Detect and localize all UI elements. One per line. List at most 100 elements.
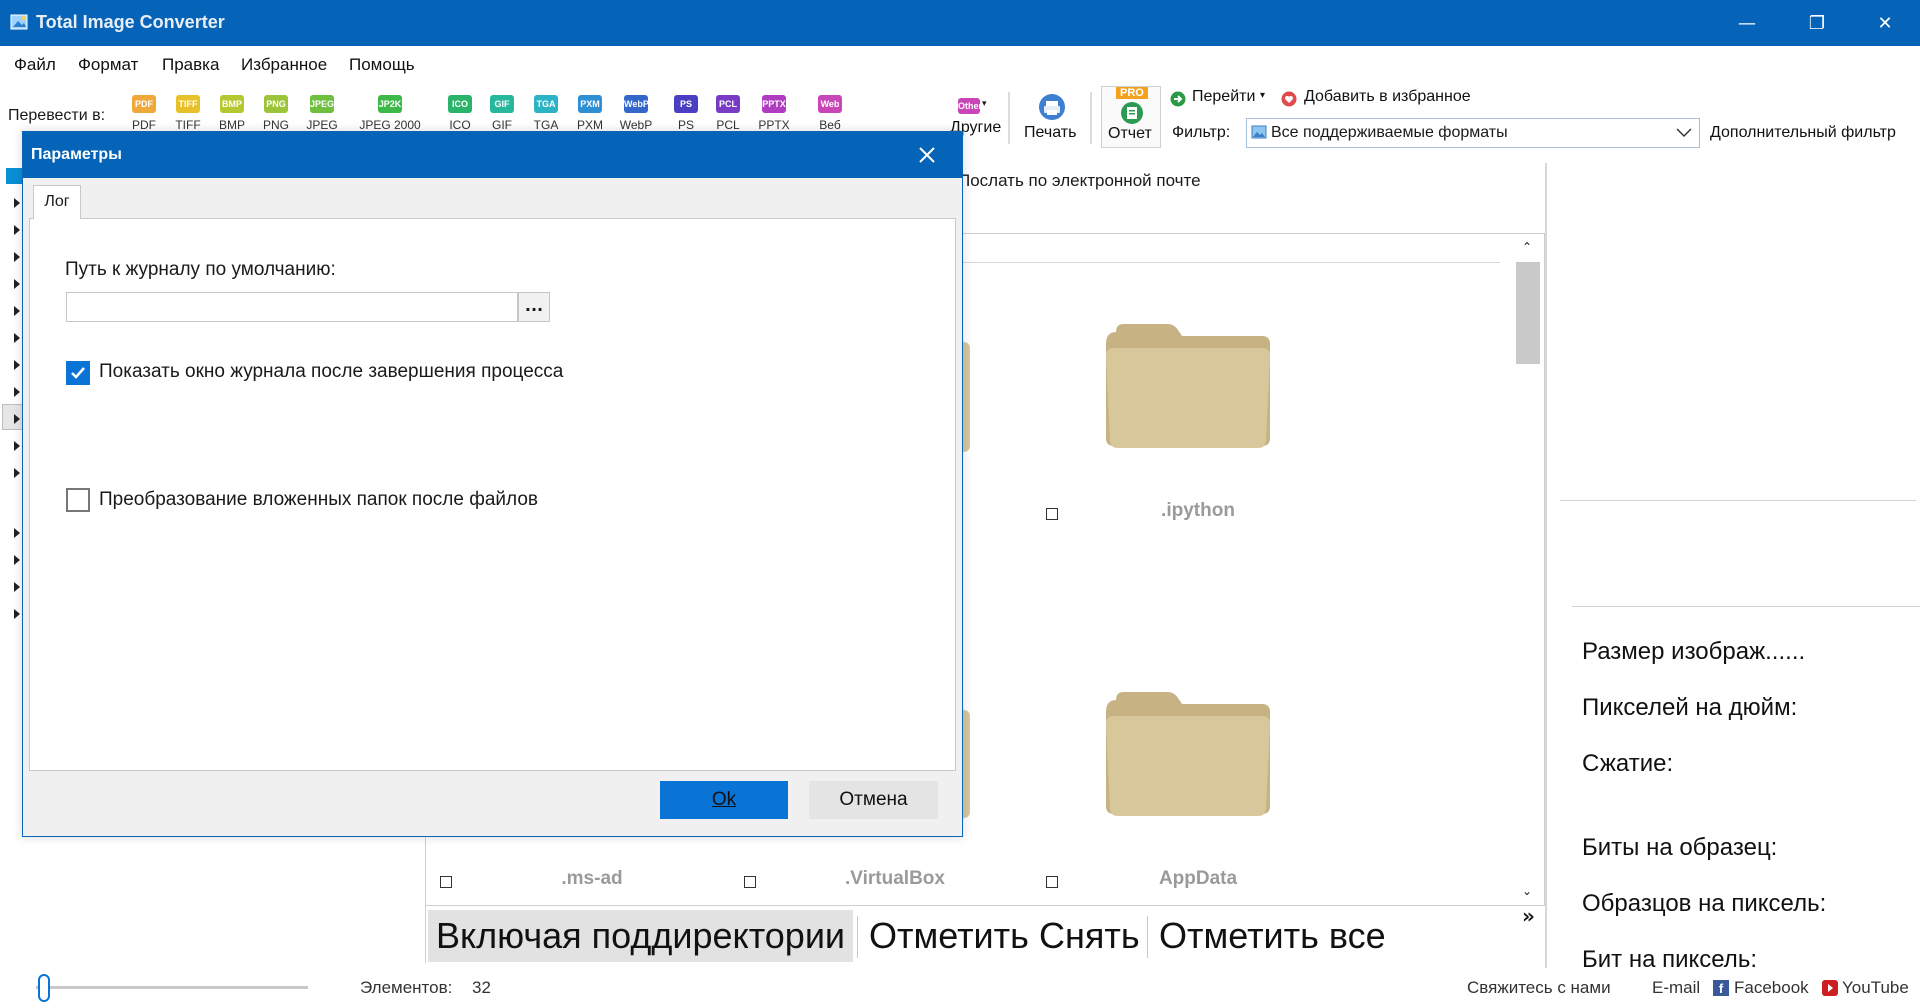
format-button-веб[interactable]: Web Веб [808,92,852,132]
format-button-ico[interactable]: ICO ICO [438,92,482,132]
uncheck-button[interactable]: Снять [1031,910,1148,962]
goto-button[interactable]: Перейти ▾ [1170,88,1290,112]
file-name: .ms-ad [561,868,623,889]
format-button-pdf[interactable]: PDF PDF [122,92,166,132]
format-label: TGA [533,118,559,131]
tab-log[interactable]: Лог [33,185,81,219]
items-label: Элементов: [360,978,453,997]
ok-button[interactable]: Ok [660,781,788,819]
format-button-tga[interactable]: TGA TGA [524,92,568,132]
format-label: JPEG [306,118,338,131]
zoom-slider-track[interactable] [36,986,308,989]
check-all-button[interactable]: Отметить все [1151,910,1394,962]
tree-expand-icon[interactable] [14,360,20,370]
menu-help[interactable]: Помощь [349,55,415,75]
format-button-tiff[interactable]: TIFF TIFF [166,92,210,132]
tree-expand-icon[interactable] [14,528,20,538]
email-link[interactable]: E-mail [1652,978,1700,998]
cancel-button[interactable]: Отмена [809,781,938,819]
items-count: 32 [472,978,491,997]
send-email-button[interactable]: Послать по электронной почте [958,171,1201,191]
more-actions-icon[interactable]: » [1522,904,1535,928]
log-path-input[interactable] [66,292,518,322]
format-label: PPTX [758,118,790,131]
toolbar-divider [1008,92,1010,144]
subfolders-label: Преобразование вложенных папок после фай… [99,489,538,510]
format-button-pcl[interactable]: PCL PCL [706,92,750,132]
format-label: PCL [716,118,740,131]
format-icon: PCL [716,95,740,113]
prop-bits-per-pixel: Бит на пиксель: [1582,946,1757,968]
dialog-close-button[interactable] [910,138,944,172]
tree-selected-row[interactable] [2,404,24,430]
check-button[interactable]: Отметить [861,910,1037,962]
menu-favorites[interactable]: Избранное [241,55,327,75]
format-label: PNG [262,118,289,131]
convert-to-label: Перевести в: [8,107,106,124]
file-checkbox[interactable] [1046,876,1058,888]
scroll-up-icon[interactable]: ⌃ [1522,240,1532,254]
grid-header-line [940,262,1500,263]
tree-expand-icon[interactable] [14,555,20,565]
scroll-down-icon[interactable]: ⌄ [1522,884,1532,898]
format-icon: PDF [132,95,156,113]
menu-edit[interactable]: Правка [162,55,219,75]
file-checkbox[interactable] [744,876,756,888]
tree-expand-icon[interactable] [14,414,20,424]
prop-ppi: Пикселей на дюйм: [1582,694,1798,721]
format-button-gif[interactable]: GIF GIF [480,92,524,132]
app-title: Total Image Converter [36,12,225,32]
zoom-slider-thumb[interactable] [38,974,50,1002]
file-checkbox[interactable] [1046,508,1058,520]
report-icon [1121,102,1143,124]
tree-expand-icon[interactable] [14,582,20,592]
add-favorites-button[interactable]: Добавить в избранное [1281,88,1501,112]
menu-file[interactable]: Файл [14,55,56,75]
tree-expand-icon[interactable] [14,609,20,619]
tree-expand-icon[interactable] [14,252,20,262]
prop-image-size: Размер изображ...... [1582,638,1806,665]
format-button-webp[interactable]: WebP WebP [614,92,658,132]
extra-filter-button[interactable]: Дополнительный фильтр [1710,124,1896,142]
facebook-link[interactable]: Facebook [1734,978,1809,998]
youtube-icon[interactable] [1822,980,1838,996]
include-subdirs-button[interactable]: Включая поддиректории [428,910,854,962]
folder-icon[interactable] [1102,688,1274,820]
file-checkbox[interactable] [440,876,452,888]
tree-expand-icon[interactable] [14,198,20,208]
facebook-icon[interactable]: f [1713,980,1729,996]
close-button[interactable]: ✕ [1854,0,1916,46]
minimize-button[interactable]: — [1716,0,1778,46]
format-button-bmp[interactable]: BMP BMP [210,92,254,132]
print-button[interactable]: Печать [1020,92,1090,148]
tree-expand-icon[interactable] [14,306,20,316]
format-button-pxm[interactable]: PXM PXM [568,92,612,132]
menu-format[interactable]: Формат [78,55,138,75]
image-icon [1251,125,1267,139]
scrollbar-thumb[interactable] [1516,262,1540,364]
youtube-link[interactable]: YouTube [1842,978,1909,998]
filter-select[interactable]: Все поддерживаемые форматы [1246,118,1700,148]
format-button-pptx[interactable]: PPTX PPTX [752,92,796,132]
format-icon: JPEG [310,95,334,113]
format-button-jpeg-2000[interactable]: JP2K JPEG 2000 [350,92,430,132]
tree-expand-icon[interactable] [14,441,20,451]
format-label: BMP [218,118,245,131]
tree-expand-icon[interactable] [14,468,20,478]
browse-button[interactable]: ... [518,292,550,322]
tree-expand-icon[interactable] [14,225,20,235]
goto-label: Перейти [1192,88,1256,105]
contact-link[interactable]: Свяжитесь с нами [1467,978,1611,998]
tree-expand-icon[interactable] [14,387,20,397]
report-button[interactable]: PRO Отчет [1101,86,1161,148]
restore-button[interactable]: ❐ [1786,0,1848,46]
format-button-ps[interactable]: PS PS [664,92,708,132]
show-log-checkbox[interactable] [66,361,90,385]
folder-icon[interactable] [1102,320,1274,452]
format-button-png[interactable]: PNG PNG [254,92,298,132]
tree-expand-icon[interactable] [14,333,20,343]
subfolders-checkbox[interactable] [66,488,90,512]
format-button-jpeg[interactable]: JPEG JPEG [300,92,344,132]
tree-expand-icon[interactable] [14,279,20,289]
panel-divider [1572,606,1920,607]
